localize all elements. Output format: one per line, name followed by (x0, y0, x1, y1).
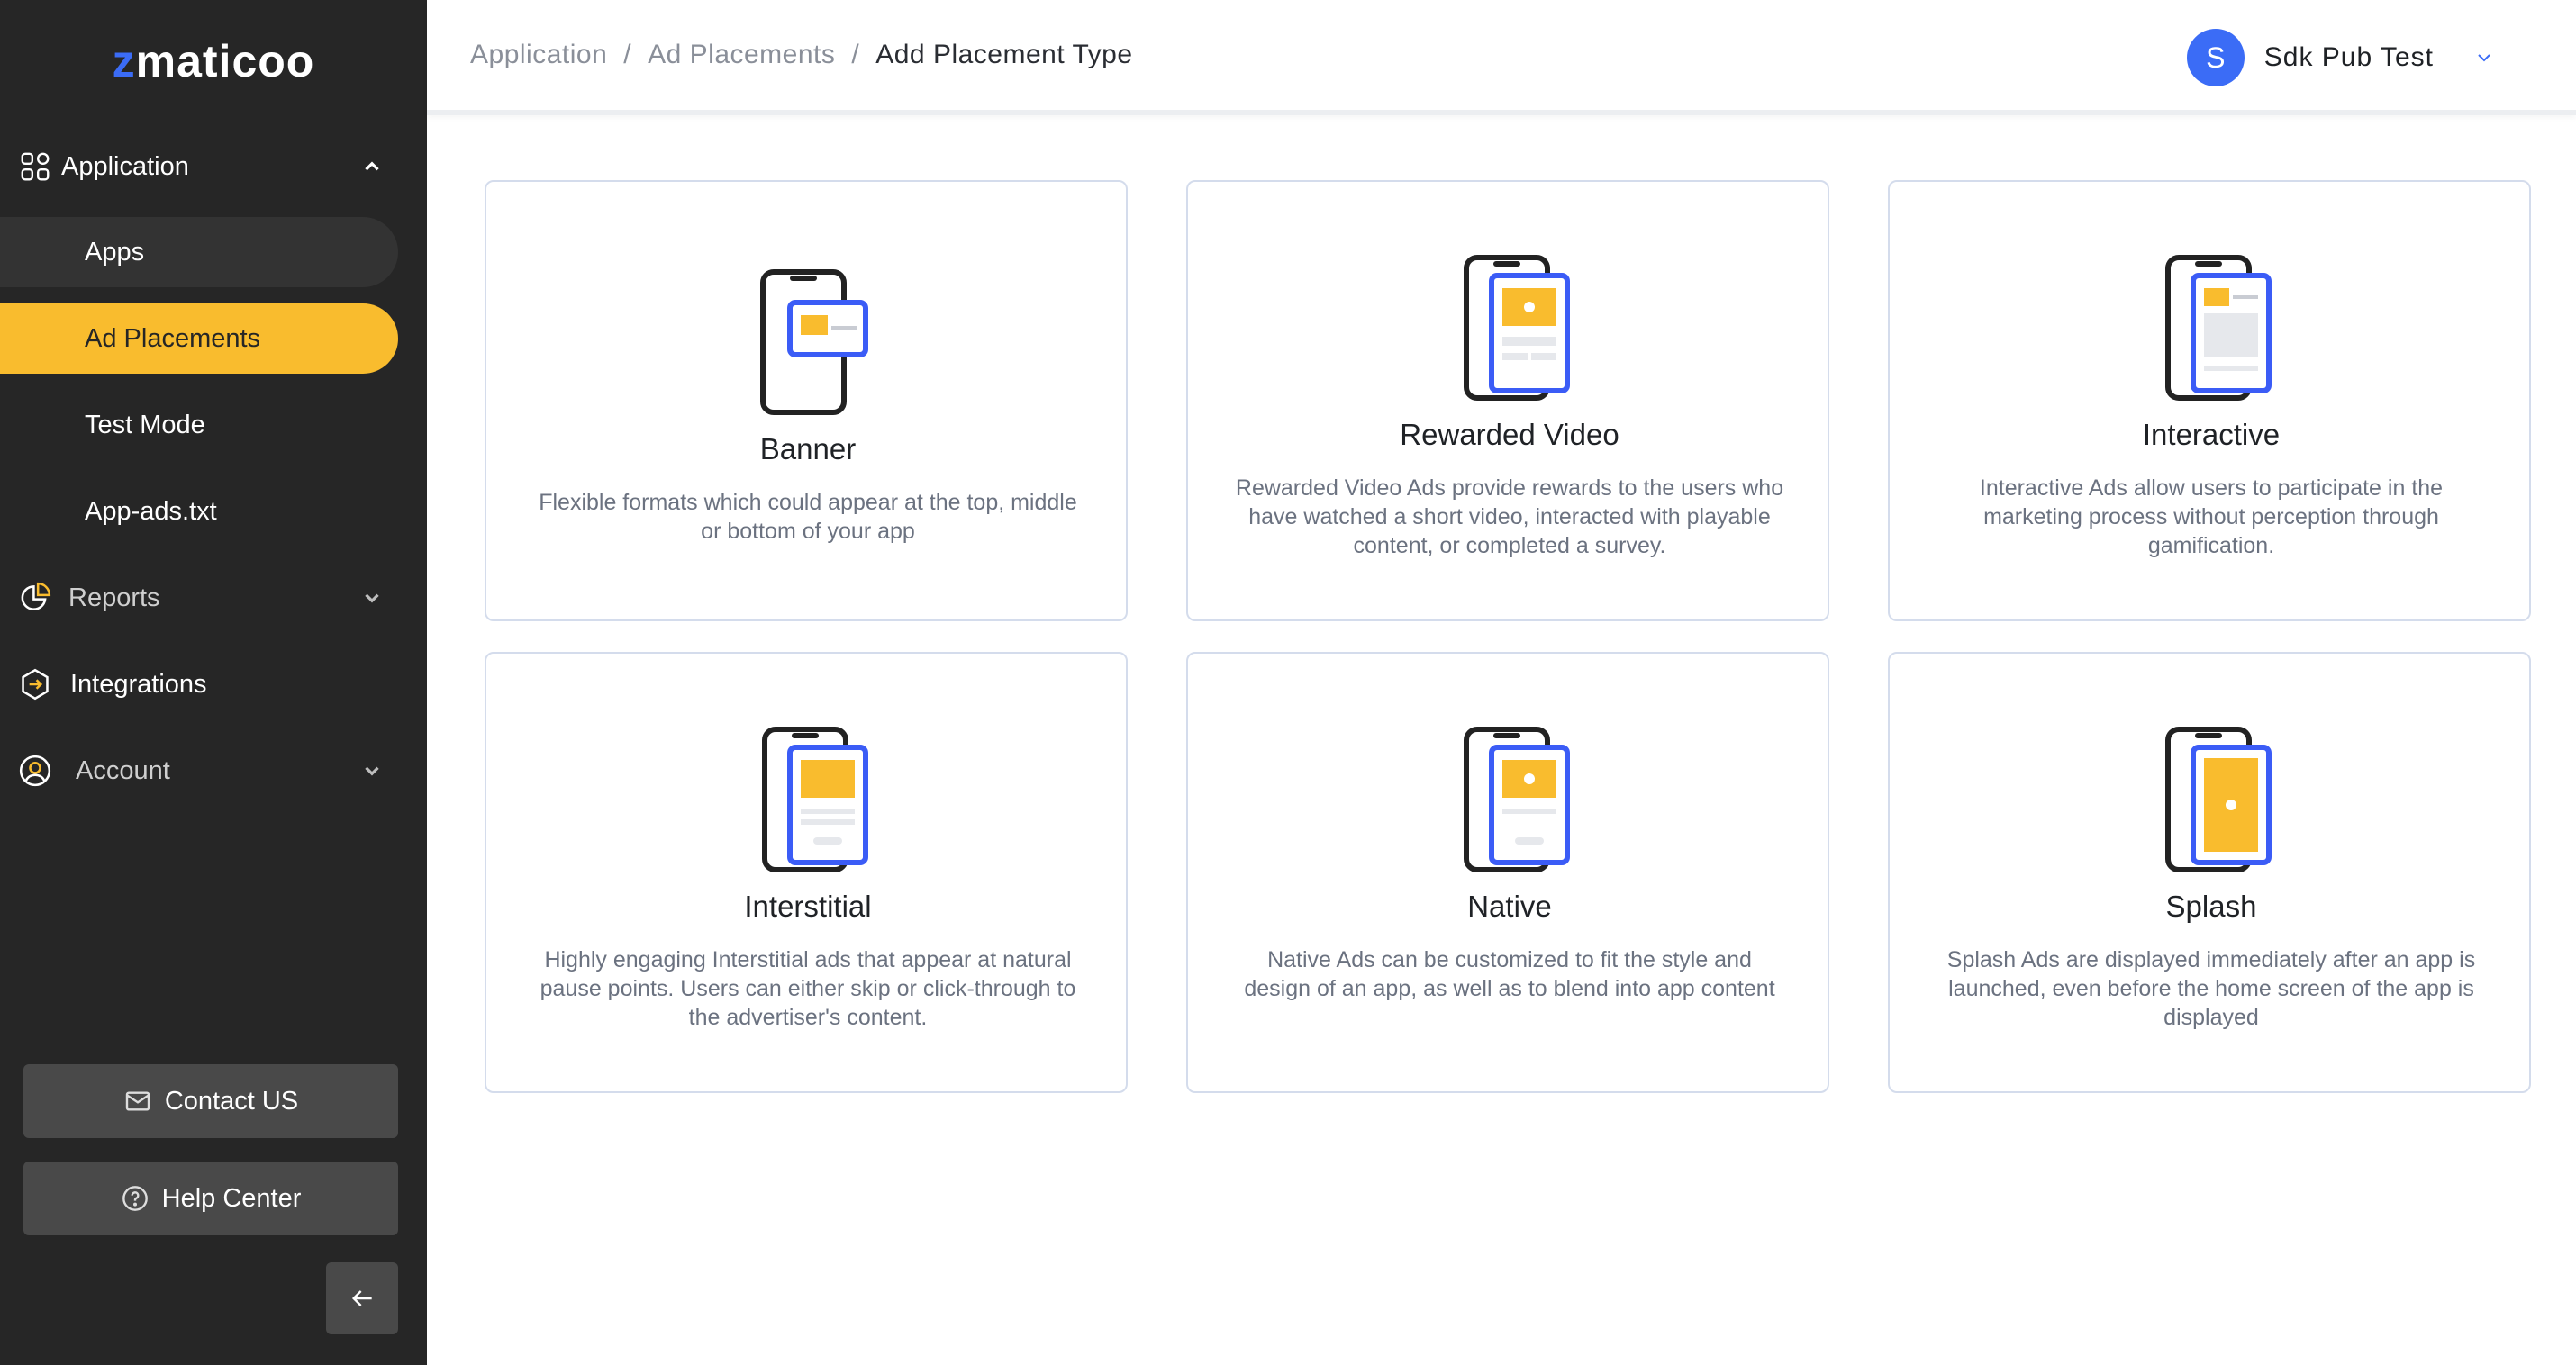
banner-illustration (486, 268, 1129, 421)
nav-application[interactable]: Application (0, 131, 427, 202)
placement-card-splash[interactable]: Splash Splash Ads are displayed immediat… (1888, 652, 2531, 1093)
card-description: Highly engaging Interstitial ads that ap… (540, 947, 1076, 1030)
contact-us-button[interactable]: Contact US (23, 1064, 398, 1138)
nav-account[interactable]: Account (0, 736, 427, 806)
chevron-down-icon (2478, 54, 2490, 62)
placement-card-rewarded-video[interactable]: Rewarded Video Rewarded Video Ads provid… (1186, 180, 1829, 621)
interstitial-illustration (486, 726, 1129, 879)
card-description: Splash Ads are displayed immediately aft… (1946, 947, 2476, 1030)
reports-icon (21, 582, 51, 610)
nav-application-label: Application (61, 151, 189, 181)
avatar: S (2186, 29, 2245, 86)
user-name: Sdk Pub Test (2263, 42, 2434, 72)
chevron-down-icon (365, 766, 379, 776)
rewarded-video-illustration (1188, 254, 1831, 407)
card-description: Interactive Ads allow users to participa… (1979, 475, 2444, 558)
account-icon (19, 755, 51, 787)
card-title: Native (1467, 890, 1552, 923)
card-title: Rewarded Video (1400, 418, 1619, 451)
breadcrumb: Application / Ad Placements / Add Placem… (470, 40, 1133, 70)
nav-reports-label: Reports (68, 583, 160, 612)
placement-card-interstitial[interactable]: Interstitial Highly engaging Interstitia… (485, 652, 1128, 1093)
arrow-left-icon (351, 1290, 372, 1306)
placement-card-banner[interactable]: Banner Flexible formats which could appe… (485, 180, 1128, 621)
native-illustration (1188, 726, 1831, 879)
sidebar-item-label: Ad Placements (85, 323, 261, 353)
logo-mark: z (112, 36, 136, 86)
chevron-down-icon (365, 593, 379, 603)
card-title: Splash (2165, 890, 2257, 923)
sidebar-item-label: App-ads.txt (85, 496, 217, 526)
top-header: Application / Ad Placements / Add Placem… (427, 0, 2576, 115)
card-title: Interstitial (744, 890, 872, 923)
breadcrumb-separator: / (623, 40, 632, 69)
sidebar-item-app-ads[interactable]: App-ads.txt (0, 476, 398, 547)
sidebar-item-label: Test Mode (85, 410, 205, 439)
sidebar-item-apps[interactable]: Apps (0, 217, 398, 287)
help-icon (122, 1186, 148, 1211)
card-description: Flexible formats which could appear at t… (539, 490, 1077, 544)
splash-illustration (1890, 726, 2533, 879)
sidebar-item-test-mode[interactable]: Test Mode (0, 390, 398, 460)
breadcrumb-current: Add Placement Type (875, 40, 1133, 69)
breadcrumb-ad-placements[interactable]: Ad Placements (648, 40, 835, 70)
contact-us-label: Contact US (164, 1086, 299, 1116)
card-title: Banner (759, 432, 857, 466)
interactive-illustration (1890, 254, 2533, 407)
integrations-icon (22, 668, 49, 701)
application-icon (21, 152, 50, 181)
card-description: Rewarded Video Ads provide rewards to th… (1235, 475, 1784, 558)
placement-card-interactive[interactable]: Interactive Interactive Ads allow users … (1888, 180, 2531, 621)
nav-reports[interactable]: Reports (0, 563, 427, 633)
card-title: Interactive (2142, 418, 2281, 451)
mail-icon (125, 1091, 150, 1111)
logo: zmaticoo (0, 32, 427, 90)
chevron-up-icon (365, 161, 379, 171)
help-center-button[interactable]: Help Center (23, 1162, 398, 1235)
logo-text: maticoo (135, 36, 315, 86)
breadcrumb-application[interactable]: Application (470, 40, 607, 70)
placement-card-native[interactable]: Native Native Ads can be customized to f… (1186, 652, 1829, 1093)
sidebar-item-label: Apps (85, 237, 145, 267)
nav-integrations-label: Integrations (70, 669, 207, 699)
card-description: Native Ads can be customized to fit the … (1244, 947, 1775, 1001)
nav-integrations[interactable]: Integrations (0, 649, 427, 719)
nav-account-label: Account (76, 755, 170, 785)
user-menu[interactable]: S Sdk Pub Test (2186, 29, 2495, 86)
help-center-label: Help Center (161, 1183, 302, 1213)
sidebar-item-ad-placements[interactable]: Ad Placements (0, 303, 398, 374)
sidebar: zmaticoo Application Apps Ad Placements … (0, 0, 427, 1365)
collapse-sidebar-button[interactable] (326, 1262, 398, 1334)
breadcrumb-separator: / (851, 40, 860, 69)
